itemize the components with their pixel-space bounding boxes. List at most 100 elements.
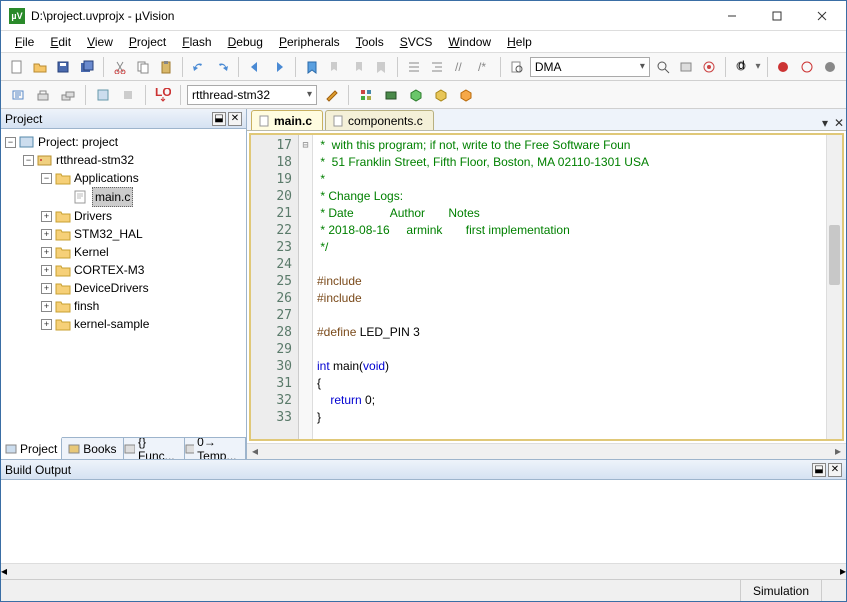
bottom-tab[interactable]: Books — [62, 438, 123, 459]
comment-button[interactable]: // — [450, 56, 470, 78]
nav-forward-button[interactable] — [268, 56, 288, 78]
expand-toggle[interactable]: + — [41, 283, 52, 294]
expand-toggle[interactable]: + — [41, 247, 52, 258]
project-bottom-tabs: ProjectBooks{} Func...0→ Temp... — [1, 437, 246, 459]
build-output-body[interactable] — [1, 480, 846, 563]
find-button[interactable] — [653, 56, 673, 78]
bookmark-button[interactable] — [302, 56, 322, 78]
manage-rtx-button[interactable] — [380, 84, 402, 106]
menu-edit[interactable]: Edit — [42, 33, 79, 51]
panel-pin-button[interactable]: ⬓ — [212, 112, 226, 126]
paste-button[interactable] — [156, 56, 176, 78]
translate-button[interactable] — [7, 84, 29, 106]
folder-icon — [55, 281, 71, 295]
download-button[interactable]: LOAD — [152, 84, 174, 106]
target-combo-value: rtthread-stm32 — [192, 88, 270, 102]
expand-toggle[interactable]: + — [41, 265, 52, 276]
manage-components-button[interactable] — [455, 84, 477, 106]
expand-toggle[interactable]: + — [41, 301, 52, 312]
project-panel: Project ⬓ ✕ − Project: project − — [1, 109, 247, 459]
bottom-tab[interactable]: Project — [1, 437, 62, 459]
save-button[interactable] — [53, 56, 73, 78]
bottom-tab[interactable]: 0→ Temp... — [185, 438, 246, 459]
horizontal-scrollbar[interactable]: ◂ ▸ — [247, 443, 846, 459]
menu-view[interactable]: View — [79, 33, 121, 51]
build-output-scroll[interactable]: ◂▸ — [1, 563, 846, 579]
copy-button[interactable] — [133, 56, 153, 78]
bookmark-next-button[interactable] — [348, 56, 368, 78]
stop-build-button[interactable] — [117, 84, 139, 106]
expand-toggle[interactable]: − — [5, 137, 16, 148]
find-in-files-button[interactable] — [507, 56, 527, 78]
folder-icon — [55, 245, 71, 259]
undo-button[interactable] — [189, 56, 209, 78]
code-content[interactable]: * with this program; if not, write to th… — [313, 135, 826, 439]
debug-session-button[interactable]: d — [732, 56, 752, 78]
cut-button[interactable] — [110, 56, 130, 78]
expand-toggle[interactable]: + — [41, 319, 52, 330]
build-button[interactable] — [32, 84, 54, 106]
scrollbar-thumb[interactable] — [829, 225, 840, 285]
open-file-button[interactable] — [30, 56, 50, 78]
expand-toggle[interactable]: + — [41, 211, 52, 222]
expand-toggle[interactable]: − — [23, 155, 34, 166]
breakpoint-insert-button[interactable] — [773, 56, 793, 78]
nav-back-button[interactable] — [245, 56, 265, 78]
save-all-button[interactable] — [77, 56, 97, 78]
tab-menu-button[interactable]: ▾ — [818, 116, 832, 130]
select-packs-button[interactable] — [405, 84, 427, 106]
menu-window[interactable]: Window — [440, 33, 499, 51]
file-tab[interactable]: main.c — [251, 110, 323, 130]
redo-button[interactable] — [212, 56, 232, 78]
fold-gutter[interactable]: ⊟ — [299, 135, 313, 439]
tab-close-button[interactable]: ✕ — [832, 116, 846, 130]
scroll-right-button[interactable]: ▸ — [830, 444, 846, 459]
menu-project[interactable]: Project — [121, 33, 174, 51]
project-tree[interactable]: − Project: project − rtthread-stm32 −App… — [1, 129, 246, 437]
close-button[interactable] — [799, 2, 844, 30]
pack-installer-button[interactable] — [430, 84, 452, 106]
outdent-button[interactable] — [427, 56, 447, 78]
panel-close-button[interactable]: ✕ — [828, 463, 842, 477]
batch-build-button[interactable] — [92, 84, 114, 106]
code-editor[interactable]: 17 18 19 20 21 22 23 24 25 26 27 28 29 3… — [249, 133, 844, 441]
menu-peripherals[interactable]: Peripherals — [271, 33, 348, 51]
breakpoint-kill-button[interactable] — [820, 56, 840, 78]
uncomment-button[interactable]: /* — [474, 56, 494, 78]
file-tab[interactable]: components.c — [325, 110, 434, 130]
target-options-button[interactable] — [320, 84, 342, 106]
manage-project-button[interactable] — [355, 84, 377, 106]
panel-pin-button[interactable]: ⬓ — [812, 463, 826, 477]
menu-file[interactable]: File — [7, 33, 42, 51]
rebuild-button[interactable] — [57, 84, 79, 106]
debug-button[interactable] — [699, 56, 719, 78]
bookmark-clear-button[interactable] — [371, 56, 391, 78]
bottom-tab[interactable]: {} Func... — [124, 438, 185, 459]
scroll-left-button[interactable]: ◂ — [247, 444, 263, 459]
menu-help[interactable]: Help — [499, 33, 540, 51]
status-bar: Simulation — [1, 579, 846, 601]
vertical-scrollbar[interactable] — [826, 135, 842, 439]
menu-svcs[interactable]: SVCS — [392, 33, 441, 51]
maximize-button[interactable] — [754, 2, 799, 30]
target-combo[interactable]: rtthread-stm32 — [187, 85, 317, 105]
expand-toggle[interactable]: − — [41, 173, 52, 184]
incremental-find-button[interactable] — [676, 56, 696, 78]
minimize-button[interactable] — [709, 2, 754, 30]
menu-flash[interactable]: Flash — [174, 33, 219, 51]
indent-button[interactable] — [404, 56, 424, 78]
editor-area: main.ccomponents.c ▾ ✕ 17 18 19 20 21 22… — [247, 109, 846, 459]
file-label[interactable]: main.c — [92, 187, 133, 207]
bookmark-prev-button[interactable] — [325, 56, 345, 78]
panel-close-button[interactable]: ✕ — [228, 112, 242, 126]
expand-toggle[interactable]: + — [41, 229, 52, 240]
svg-text:/*: /* — [478, 60, 486, 74]
group-label: Kernel — [74, 243, 109, 261]
folder-icon — [55, 227, 71, 241]
find-combo[interactable]: DMA — [530, 57, 650, 77]
new-file-button[interactable] — [7, 56, 27, 78]
menu-tools[interactable]: Tools — [348, 33, 392, 51]
breakpoint-disable-button[interactable] — [797, 56, 817, 78]
menu-debug[interactable]: Debug — [220, 33, 271, 51]
folder-icon — [55, 263, 71, 277]
